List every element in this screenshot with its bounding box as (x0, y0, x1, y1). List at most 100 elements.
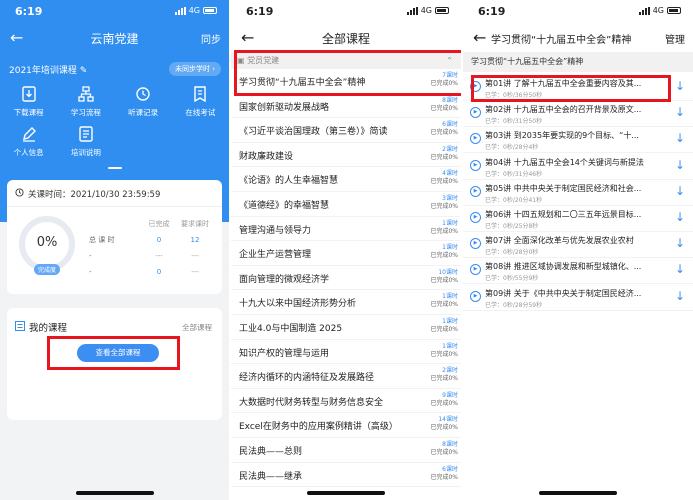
back-arrow-icon[interactable]: ← (473, 28, 486, 47)
all-courses-link[interactable]: 全部课程 (182, 322, 212, 333)
nav-bar: ← 全部课程 (231, 24, 461, 52)
battery-icon (203, 7, 217, 14)
play-icon[interactable]: ▶ (470, 133, 481, 145)
nav-bar: ← 学习贯彻“十九届五中全会”精神 管理 (463, 24, 693, 52)
lesson-row[interactable]: ▶ 第08讲 推进区域协调发展和新型城镇化、... 已学：0秒/55分9秒 ↓ (463, 258, 693, 285)
course-title: 财政廉政建设 (239, 151, 294, 162)
course-row[interactable]: 管理沟通与领导力 1课时 已完成0% (231, 217, 461, 242)
download-icon[interactable]: ↓ (675, 131, 685, 145)
course-progress: 已完成0% (430, 375, 458, 383)
close-time: 关课时间：2021/10/30 23:59:59 (15, 188, 160, 200)
download-icon[interactable]: ↓ (675, 289, 685, 303)
course-row[interactable]: 经济内循环的内涵特征及发展路径 2课时 已完成0% (231, 364, 461, 389)
course-row[interactable]: 《道德经》的幸福智慧 3课时 已完成0% (231, 192, 461, 217)
highlight-box (471, 75, 671, 102)
course-hours: 1课时 (442, 342, 458, 350)
course-progress: 已完成0% (430, 325, 458, 333)
play-icon[interactable]: ▶ (470, 107, 481, 119)
play-icon[interactable]: ▶ (470, 264, 481, 276)
edit-pen-icon: ✎ (79, 66, 88, 76)
menu-item-instructions[interactable]: 培训说明 (57, 126, 114, 158)
unsynced-hours-button[interactable]: 未同步学时 › (168, 62, 221, 76)
lesson-row[interactable]: ▶ 第06讲 十四五规划和二〇三五年远景目标... 已学：0秒/25分8秒 ↓ (463, 206, 693, 232)
battery-icon (667, 7, 681, 14)
clock-icon (15, 188, 24, 200)
course-row[interactable]: 民法典——继承 6课时 已完成0% (231, 463, 461, 488)
course-row[interactable]: 工业4.0与中国制造 2025 1课时 已完成0% (231, 315, 461, 340)
play-icon[interactable]: ▶ (470, 290, 481, 302)
course-row[interactable]: 十九大以来中国经济形势分析 1课时 已完成0% (231, 290, 461, 315)
year-selector[interactable]: 2021年培训课程 ✎ (9, 63, 87, 76)
course-row[interactable]: 民法典——总则 8课时 已完成0% (231, 438, 461, 463)
download-icon[interactable]: ↓ (675, 210, 685, 224)
highlight-box (47, 336, 180, 370)
download-icon[interactable]: ↓ (675, 236, 685, 250)
edit-icon (0, 126, 57, 144)
course-row[interactable]: Excel在财务中的应用案例精讲（高级） 14课时 已完成0% (231, 413, 461, 438)
lesson-title: 第04讲 十九届五中全会14个关键词与新提法 (485, 157, 644, 167)
lesson-row[interactable]: ▶ 第03讲 到2035年要实现的9个目标、“十... 已学：0秒/28分4秒 ↓ (463, 127, 693, 154)
course-title: 十九大以来中国经济形势分析 (239, 299, 357, 310)
download-icon[interactable]: ↓ (675, 262, 685, 276)
download-icon[interactable]: ↓ (675, 184, 685, 198)
download-icon[interactable]: ↓ (675, 105, 685, 119)
course-title: 经济内循环的内涵特征及发展路径 (239, 373, 375, 384)
play-icon[interactable]: ▶ (470, 185, 481, 197)
page-title: 全部课程 (321, 32, 370, 46)
doc-icon (57, 126, 114, 144)
progress-percent: 0% (36, 235, 58, 250)
sync-button[interactable]: 同步 (201, 31, 221, 46)
lesson-progress: 已学：0秒/31分50秒 (485, 118, 543, 126)
course-row[interactable]: 面向管理的微观经济学 10课时 已完成0% (231, 266, 461, 291)
course-title: Excel在财务中的应用案例精讲（高级） (239, 422, 398, 433)
lesson-row[interactable]: ▶ 第09讲 关于《中共中央关于制定国民经济... 已学：0秒/28分59秒 ↓ (463, 285, 693, 311)
home-indicator (539, 491, 617, 495)
lesson-progress: 已学：0秒/25分8秒 (485, 223, 539, 230)
course-title: 大数据时代财务转型与财务信息安全 (239, 397, 384, 408)
course-title: 《论语》的人生幸福智慧 (239, 176, 339, 187)
download-icon[interactable]: ↓ (675, 158, 685, 172)
lesson-title: 第05讲 中共中央关于制定国民经济和社会... (485, 183, 642, 193)
status-time: 6:19 (246, 5, 274, 18)
course-row[interactable]: 国家创新驱动发展战略 8课时 已完成0% (231, 94, 461, 119)
course-row[interactable]: 财政廉政建设 2课时 已完成0% (231, 143, 461, 168)
course-title: 民法典——继承 (239, 471, 303, 482)
course-progress: 已完成0% (430, 399, 458, 407)
manage-button[interactable]: 管理 (665, 31, 685, 46)
play-icon[interactable]: ▶ (470, 212, 481, 223)
lesson-row[interactable]: ▶ 第07讲 全面深化改革与优先发展农业农村 已学：0秒/28分0秒 ↓ (463, 232, 693, 259)
lesson-row[interactable]: ▶ 第05讲 中共中央关于制定国民经济和社会... 已学：0秒/20分41秒 ↓ (463, 180, 693, 206)
course-hours: 2课时 (442, 145, 458, 153)
course-detail-screen: 6:19 4G ← 学习贯彻“十九届五中全会”精神 管理 学习贯彻“十九届五中全… (463, 0, 693, 500)
course-title: 工业4.0与中国制造 2025 (239, 323, 343, 334)
course-title: 面向管理的微观经济学 (239, 274, 330, 285)
course-title: 管理沟通与领导力 (239, 225, 312, 236)
download-icon[interactable]: ↓ (675, 79, 685, 93)
lesson-row[interactable]: ▶ 第02讲 十九届五中全会的召开背景及原文... 已学：0秒/31分50秒 ↓ (463, 101, 693, 128)
function-menu: 下载课程 学习流程 听课记录 在线考试 个人信息 培训说明 (0, 86, 229, 158)
course-row[interactable]: 《习近平谈治国理政（第三卷）》简读 6课时 已完成0% (231, 118, 461, 143)
lesson-progress: 已学：0秒/28分59秒 (485, 301, 543, 309)
course-title: 《习近平谈治国理政（第三卷）》简读 (239, 127, 388, 138)
menu-item-profile[interactable]: 个人信息 (0, 126, 57, 158)
menu-item-history[interactable]: 听课记录 (115, 86, 172, 118)
menu-item-flow[interactable]: 学习流程 (57, 86, 114, 118)
lesson-row[interactable]: ▶ 第04讲 十九届五中全会14个关键词与新提法 已学：0秒/31分46秒 ↓ (463, 154, 693, 180)
play-icon[interactable]: ▶ (470, 238, 481, 250)
course-row[interactable]: 企业生产运营管理 1课时 已完成0% (231, 241, 461, 266)
stats-row: 总 课 时 0 12 (89, 236, 200, 244)
page-title: 学习贯彻“十九届五中全会”精神 (491, 35, 632, 46)
lesson-title: 第08讲 推进区域协调发展和新型城镇化、... (485, 262, 642, 272)
download-doc-icon (0, 86, 57, 104)
my-courses-title: 我的课程 (29, 323, 68, 334)
menu-item-download[interactable]: 下载课程 (0, 86, 57, 118)
course-row[interactable]: 大数据时代财务转型与财务信息安全 9课时 已完成0% (231, 389, 461, 414)
course-row[interactable]: 《论语》的人生幸福智慧 4课时 已完成0% (231, 167, 461, 192)
course-progress: 已完成0% (430, 178, 458, 186)
nav-bar: ← 云南党建 同步 (0, 24, 229, 52)
status-bar: 6:19 4G (463, 0, 693, 22)
course-row[interactable]: 知识产权的管理与运用 1课时 已完成0% (231, 340, 461, 365)
menu-item-exam[interactable]: 在线考试 (172, 86, 229, 118)
play-icon[interactable]: ▶ (470, 159, 481, 171)
course-hours: 10课时 (438, 268, 458, 276)
